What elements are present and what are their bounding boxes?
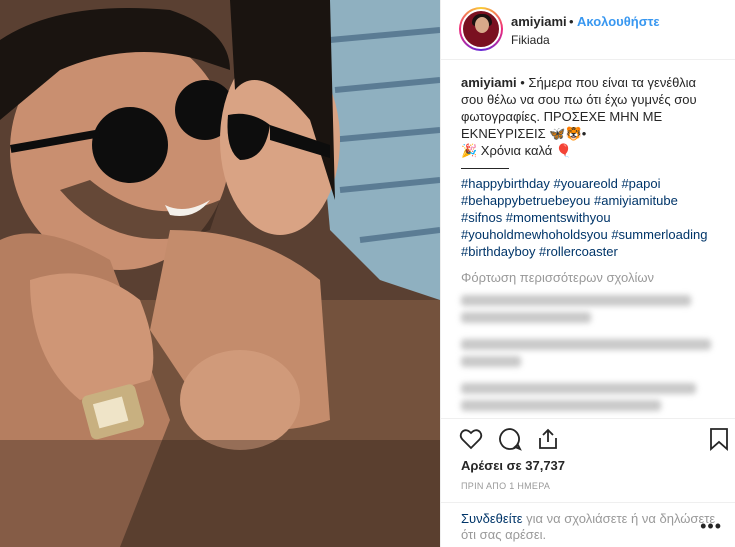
likes-count[interactable]: Αρέσει σε 37,737 <box>461 458 565 473</box>
hashtags[interactable]: #happybirthday #youareold #papoi #behapp… <box>461 175 718 260</box>
follow-separator: • <box>569 14 574 29</box>
username-link[interactable]: amiyiami <box>511 14 567 29</box>
post-header: amiyiami • Ακολουθήστε Fikiada <box>441 0 735 60</box>
post-timestamp: ΠΡΙΝ ΑΠΟ 1 ΗΜΕΡΑ <box>461 481 551 491</box>
more-options-icon[interactable]: ••• <box>700 517 722 535</box>
avatar[interactable] <box>459 7 503 51</box>
share-icon[interactable] <box>536 427 560 454</box>
location-link[interactable]: Fikiada <box>511 33 550 47</box>
load-more-comments-button[interactable]: Φόρτωση περισσότερων σχολίων <box>461 270 718 285</box>
instagram-post: amiyiami • Ακολουθήστε Fikiada amiyiami … <box>0 0 735 547</box>
caption-wish: 🎉 Χρόνια καλά 🎈 <box>461 143 573 158</box>
caption-divider <box>461 159 509 169</box>
heart-icon[interactable] <box>459 427 483 454</box>
action-bar <box>441 418 735 458</box>
blurred-comments <box>461 295 718 411</box>
comments-section: amiyiami • Σήμερα που είναι τα γενέθλια … <box>441 60 735 411</box>
bookmark-icon[interactable] <box>709 427 729 454</box>
follow-button[interactable]: Ακολουθήστε <box>577 14 660 29</box>
caption-username[interactable]: amiyiami <box>461 75 517 90</box>
post-photo[interactable] <box>0 0 440 547</box>
login-link[interactable]: Συνδεθείτε <box>461 511 523 526</box>
login-prompt: Συνδεθείτε για να σχολιάσετε ή να δηλώσε… <box>441 502 735 547</box>
post-sidebar: amiyiami • Ακολουθήστε Fikiada amiyiami … <box>440 0 735 547</box>
comment-icon[interactable] <box>498 427 522 454</box>
photo-illustration <box>0 0 440 547</box>
caption: amiyiami • Σήμερα που είναι τα γενέθλια … <box>461 74 718 169</box>
